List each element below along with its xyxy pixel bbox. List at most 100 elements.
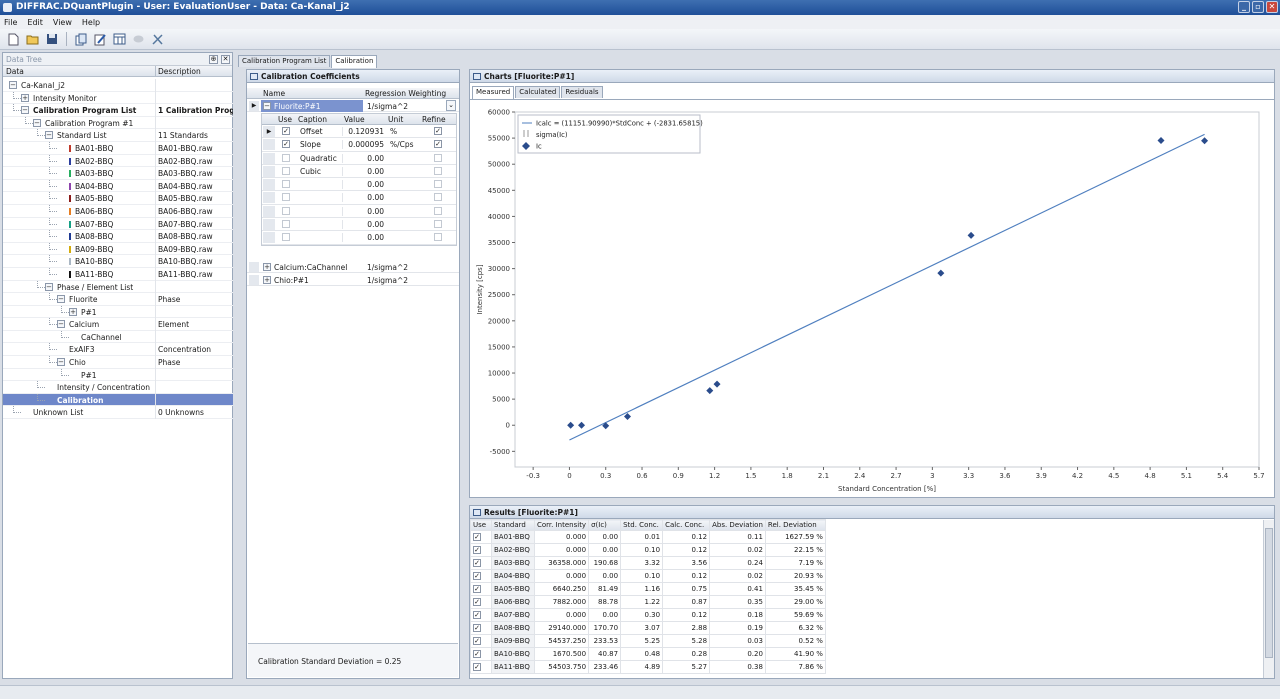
menu-help[interactable]: Help [82,18,100,27]
results-column-header[interactable]: Rel. Deviation [764,519,826,531]
tree-row[interactable]: BA11-BBQ BA11-BBQ.raw [3,267,233,281]
coefficient-row[interactable]: Cubic 0.00 [262,165,456,179]
coefficient-value[interactable]: 0.00 [342,193,384,203]
results-row[interactable]: ✓ BA10-BBQ 1670.500 40.87 0.48 0.28 0.20 41.90 … [470,647,826,661]
results-cell-use[interactable]: ✓ [470,647,492,661]
row-selector[interactable] [249,275,259,285]
collapse-icon[interactable]: − [57,358,65,367]
tab-calibration-program-list[interactable]: Calibration Program List [238,55,331,67]
open-folder-icon[interactable] [25,32,40,47]
tree-row[interactable]: + P#1 [3,305,233,319]
refine-checkbox[interactable] [434,193,442,202]
coefficient-row[interactable]: 0.00 [262,218,456,232]
tree-row[interactable]: + Intensity Monitor [3,91,233,105]
coefficient-row[interactable]: 0.00 [262,205,456,219]
tree-row[interactable]: ExAlF3 Concentration [3,343,233,357]
results-row[interactable]: ✓ BA07-BBQ 0.000 0.00 0.30 0.12 0.18 59.69 % [470,608,826,622]
coefficient-group-row[interactable]: ▶ − Fluorite:P#1 1/sigma^2 ⌄ [247,100,459,112]
edit-icon[interactable] [93,32,108,47]
results-scrollbar[interactable] [1263,520,1274,678]
results-row[interactable]: ✓ BA11-BBQ 54503.750 233.46 4.89 5.27 0.38 7.86… [470,660,826,674]
use-checkbox[interactable]: ✓ [473,585,481,593]
use-checkbox[interactable]: ✓ [282,127,290,135]
refine-checkbox[interactable] [434,153,442,162]
coefficient-value[interactable]: 0.00 [342,220,384,230]
use-checkbox[interactable]: ✓ [282,140,290,149]
scrollbar-thumb[interactable] [1265,528,1273,658]
coefficient-group-name-cell[interactable]: + Chio:P#1 [261,274,363,286]
results-column-header[interactable]: Standard [491,519,535,531]
coefficient-value[interactable]: 0.00 [342,166,384,176]
use-checkbox[interactable]: ✓ [473,663,481,671]
tree-row[interactable]: BA09-BBQ BA09-BBQ.raw [3,242,233,256]
tree-row[interactable]: BA06-BBQ BA06-BBQ.raw [3,204,233,218]
tree-row[interactable]: P#1 [3,368,233,382]
coefficient-row[interactable]: Quadratic 0.00 [262,152,456,165]
refine-checkbox[interactable]: ✓ [434,140,442,149]
tree-row[interactable]: − Ca-Kanal_j2 [3,79,233,92]
save-icon[interactable] [44,32,59,47]
row-selector[interactable] [263,205,275,217]
use-checkbox[interactable] [282,220,290,229]
collapse-icon[interactable]: − [45,282,53,291]
tree-row[interactable]: Unknown List 0 Unknowns [3,406,233,420]
tree-row[interactable]: BA05-BBQ BA05-BBQ.raw [3,192,233,205]
tree-row[interactable]: BA07-BBQ BA07-BBQ.raw [3,217,233,231]
pin-icon[interactable]: ⊕ [209,55,218,64]
use-checkbox[interactable]: ✓ [473,637,481,645]
coefficient-value[interactable]: 0.120931 [342,127,384,136]
use-checkbox[interactable]: ✓ [473,624,481,632]
row-selector[interactable] [263,219,275,231]
use-checkbox[interactable]: ✓ [473,650,481,658]
use-checkbox[interactable] [282,206,290,215]
disabled-icon[interactable] [131,32,146,47]
tab-residuals[interactable]: Residuals [561,86,603,98]
tree-row[interactable]: − Calibration Program List 1 Calibration P… [3,104,233,117]
use-checkbox[interactable]: ✓ [473,559,481,567]
close-button[interactable]: ✕ [1266,1,1278,13]
results-row[interactable]: ✓ BA08-BBQ 29140.000 170.70 3.07 2.88 0.19 6.32… [470,621,826,635]
tree-row[interactable]: − Phase / Element List [3,280,233,294]
refine-checkbox[interactable]: ✓ [434,127,442,135]
menu-file[interactable]: File [4,18,17,27]
copy-icon[interactable] [74,32,89,47]
tree-row[interactable]: − Calcium Element [3,318,233,331]
use-checkbox[interactable]: ✓ [473,611,481,619]
collapse-icon[interactable]: − [33,118,41,127]
row-selector[interactable] [263,152,275,164]
results-column-header[interactable]: Corr. Intensity [533,519,590,531]
results-cell-use[interactable]: ✓ [470,634,492,648]
coefficient-row[interactable]: 0.00 [262,191,456,205]
results-row[interactable]: ✓ BA03-BBQ 36358.000 190.68 3.32 3.56 0.24 7.19… [470,556,826,570]
row-selector[interactable] [263,179,275,191]
refine-checkbox[interactable] [434,233,442,242]
results-column-header[interactable]: σ(Ic) [588,519,622,531]
close-panel-icon[interactable]: ✕ [221,55,230,64]
tree-row[interactable]: − Standard List 11 Standards [3,129,233,142]
refine-checkbox[interactable] [434,180,442,189]
coefficient-value[interactable]: 0.000095 [342,140,384,150]
use-checkbox[interactable] [282,193,290,202]
regression-weighting-value[interactable]: 1/sigma^2 [367,263,408,272]
use-checkbox[interactable]: ✓ [473,572,481,580]
coefficient-row[interactable]: 0.00 [262,231,456,245]
tree-row[interactable]: BA01-BBQ BA01-BBQ.raw [3,141,233,155]
expand-icon[interactable]: + [21,93,29,102]
regression-weighting-value[interactable]: 1/sigma^2 [367,276,408,285]
tab-measured[interactable]: Measured [472,86,515,99]
maximize-button[interactable]: ▫ [1252,1,1264,13]
tree-row[interactable]: BA04-BBQ BA04-BBQ.raw [3,179,233,193]
coefficient-group-row[interactable]: + Calcium:CaChannel 1/sigma^2 [247,261,459,273]
tree-row[interactable]: BA10-BBQ BA10-BBQ.raw [3,255,233,268]
subgrid-header-value[interactable]: Value [344,115,365,124]
tree-row[interactable]: − Chio Phase [3,356,233,369]
subgrid-header-use[interactable]: Use [278,115,292,124]
regression-weighting-value[interactable]: 1/sigma^2 [367,102,408,111]
results-cell-use[interactable]: ✓ [470,530,492,544]
expand-icon[interactable]: + [263,263,271,271]
new-file-icon[interactable] [6,32,21,47]
tree-row[interactable]: − Calibration Program #1 [3,116,233,130]
subgrid-header-refine[interactable]: Refine [422,115,446,124]
collapse-icon[interactable]: − [9,81,17,89]
expand-icon[interactable]: + [263,276,271,284]
